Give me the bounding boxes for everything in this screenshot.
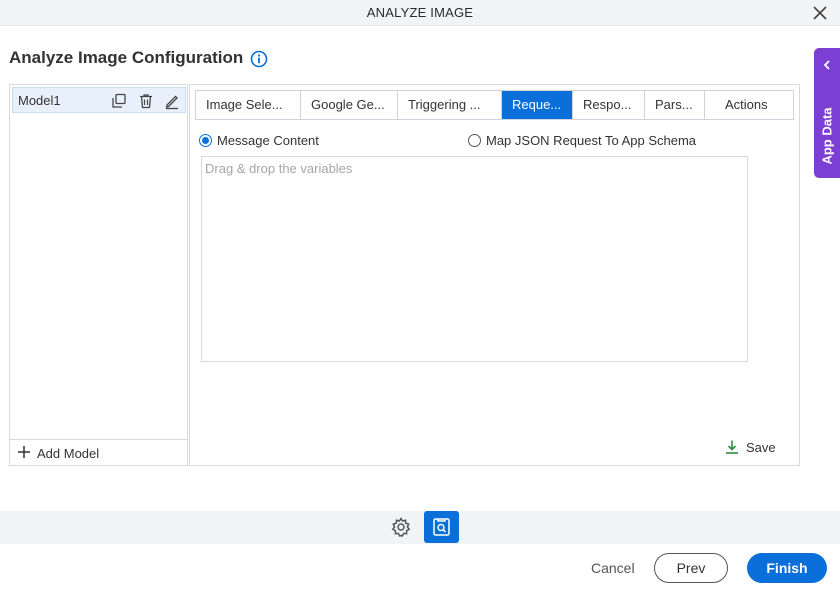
model-item[interactable]: Model1 — [12, 87, 186, 113]
download-icon — [726, 440, 738, 454]
tab-request[interactable]: Reque... — [502, 91, 573, 119]
analyze-image-button[interactable] — [424, 511, 459, 543]
message-content-radio[interactable]: Message Content — [199, 133, 319, 148]
add-model-label: Add Model — [37, 446, 100, 461]
save-label: Save — [746, 439, 776, 455]
finish-button[interactable]: Finish — [747, 553, 827, 583]
duplicate-icon[interactable] — [110, 92, 128, 110]
app-data-label: App Data — [819, 107, 835, 165]
map-json-request-label: Map JSON Request To App Schema — [486, 133, 697, 148]
tab-bar: Image Sele... Google Ge... Triggering ..… — [195, 90, 794, 120]
model-item-label: Model1 — [18, 93, 61, 108]
image-search-icon — [433, 518, 450, 536]
page-title: Analyze Image Configuration — [9, 48, 244, 67]
title-bar: ANALYZE IMAGE — [0, 0, 840, 26]
cancel-button[interactable]: Cancel — [591, 560, 635, 576]
tab-response[interactable]: Respo... — [573, 91, 645, 119]
save-button[interactable]: Save — [724, 439, 776, 455]
radio-selected-icon — [199, 134, 212, 147]
prev-button[interactable]: Prev — [654, 553, 728, 583]
radio-unselected-icon — [468, 134, 481, 147]
bottom-toolbar — [0, 511, 840, 544]
info-icon[interactable] — [250, 50, 268, 68]
chevron-left-icon — [823, 60, 830, 70]
dropzone-placeholder: Drag & drop the variables — [205, 161, 353, 176]
configuration-panel: Image Sele... Google Ge... Triggering ..… — [189, 84, 800, 466]
add-model-button[interactable]: Add Model — [10, 439, 187, 465]
window-title: ANALYZE IMAGE — [366, 5, 474, 20]
delete-icon[interactable] — [137, 92, 155, 110]
tab-google-gemini[interactable]: Google Ge... — [301, 91, 398, 119]
plus-icon — [18, 446, 30, 458]
edit-icon[interactable] — [163, 92, 181, 110]
tab-parse[interactable]: Pars... — [645, 91, 705, 119]
message-content-label: Message Content — [217, 133, 319, 148]
tab-image-selection[interactable]: Image Sele... — [196, 91, 301, 119]
map-json-request-radio[interactable]: Map JSON Request To App Schema — [468, 133, 696, 148]
tab-actions[interactable]: Actions — [705, 91, 793, 119]
tab-triggering[interactable]: Triggering ... — [398, 91, 502, 119]
close-icon[interactable] — [810, 3, 830, 23]
app-data-tab[interactable]: App Data — [814, 48, 840, 178]
gear-icon[interactable] — [390, 516, 412, 538]
model-list-panel: Model1 Add Model — [9, 84, 188, 466]
variables-dropzone[interactable]: Drag & drop the variables — [201, 156, 748, 362]
